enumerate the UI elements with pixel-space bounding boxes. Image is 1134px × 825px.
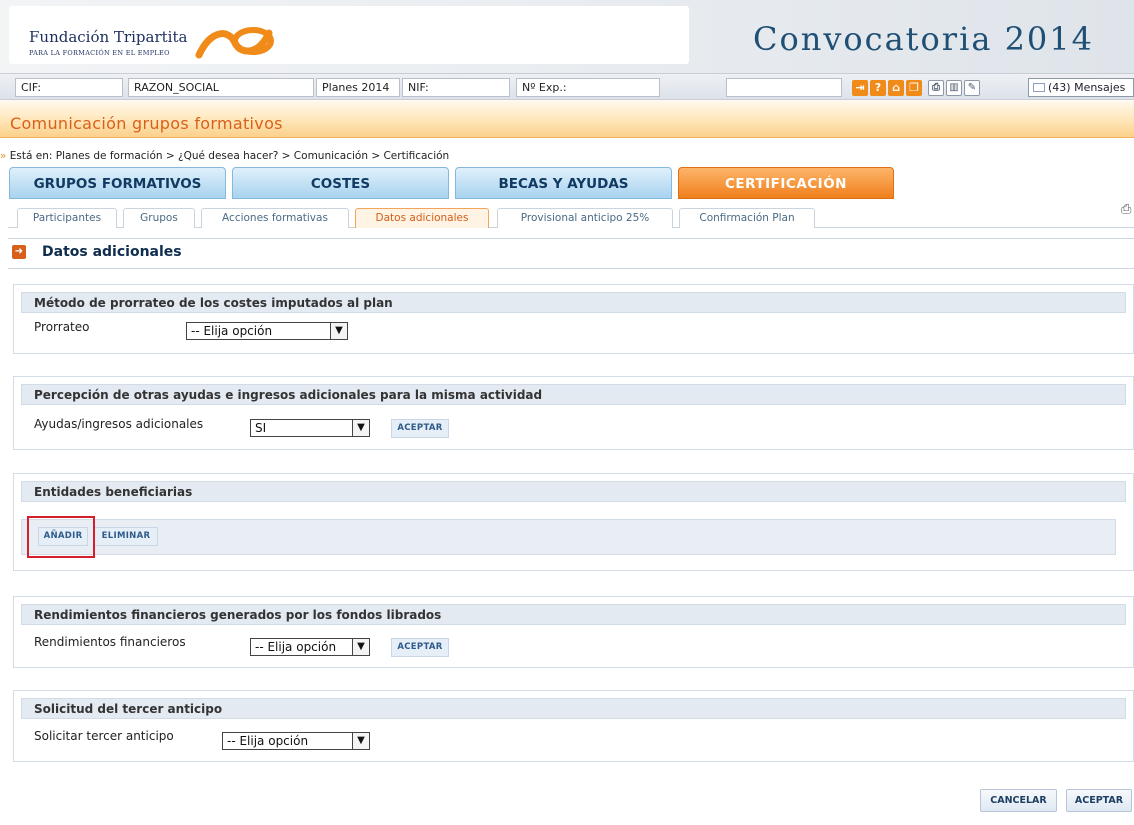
copy-icon[interactable]: ❐ — [906, 80, 922, 96]
prorrateo-select[interactable]: -- Elija opción ▼ — [186, 322, 348, 340]
prorrateo-label: Prorrateo — [34, 320, 90, 334]
logo-mark-icon — [195, 27, 274, 59]
rendimientos-label: Rendimientos financieros — [34, 635, 186, 649]
n-exp-field: Nº Exp.: — [516, 78, 660, 97]
subtab-grupos[interactable]: Grupos — [123, 208, 195, 228]
page-title: Comunicación grupos formativos — [10, 114, 283, 133]
anticipo-label: Solicitar tercer anticipo — [34, 729, 174, 743]
subtab-confirmacion-plan[interactable]: Confirmación Plan — [679, 208, 815, 228]
chevron-down-icon: ▼ — [352, 420, 369, 436]
print-icon[interactable]: ⎙ — [1121, 202, 1131, 217]
rendimientos-aceptar-button[interactable]: ACEPTAR — [391, 638, 449, 657]
page-title-bar: Comunicación grupos formativos — [0, 100, 1134, 138]
top-header: Fundación Tripartita PARA LA FORMACIÓN E… — [0, 0, 1134, 73]
entidades-panel: Entidades beneficiarias AÑADIR ELIMINAR — [13, 473, 1134, 571]
logo-title: Fundación Tripartita — [29, 28, 188, 46]
chevron-down-icon: ▼ — [352, 639, 369, 655]
home-icon[interactable]: ⌂ — [888, 80, 904, 96]
anticipo-select-value: -- Elija opción — [227, 734, 309, 748]
breadcrumb-path[interactable]: Planes de formación > ¿Qué desea hacer? … — [56, 150, 449, 162]
tab-grupos-formativos[interactable]: GRUPOS FORMATIVOS — [9, 167, 226, 199]
logo-subtitle: PARA LA FORMACIÓN EN EL EMPLEO — [29, 49, 170, 57]
nif-field: NIF: — [402, 78, 510, 97]
messages-button[interactable]: (43) Mensajes — [1028, 78, 1134, 97]
anticipo-panel-title: Solicitud del tercer anticipo — [21, 698, 1126, 719]
ayudas-aceptar-button[interactable]: ACEPTAR — [391, 419, 449, 438]
ayudas-panel: Percepción de otras ayudas e ingresos ad… — [13, 376, 1134, 450]
help-icon[interactable]: ? — [870, 80, 886, 96]
convocatoria-title: Convocatoria 2014 — [752, 20, 1094, 58]
accept-button[interactable]: ACEPTAR — [1066, 789, 1132, 812]
section-arrow-icon: ➜ — [12, 245, 26, 259]
exit-icon[interactable]: ⇥ — [852, 80, 868, 96]
chart-icon[interactable]: ▥ — [946, 80, 962, 96]
search-input[interactable] — [726, 78, 842, 97]
tab-certificacion[interactable]: CERTIFICACIÓN — [678, 167, 894, 199]
chevron-down-icon: ▼ — [330, 323, 347, 339]
subtab-provisional-anticipo[interactable]: Provisional anticipo 25% — [497, 208, 673, 228]
entidades-button-strip: AÑADIR ELIMINAR — [21, 519, 1116, 555]
edit-icon[interactable]: ✎ — [964, 80, 980, 96]
delete-button[interactable]: ELIMINAR — [94, 527, 158, 546]
messages-label: (43) Mensajes — [1048, 81, 1126, 94]
chevron-down-icon: ▼ — [352, 733, 369, 749]
subtab-acciones-formativas[interactable]: Acciones formativas — [201, 208, 349, 228]
anticipo-panel: Solicitud del tercer anticipo Solicitar … — [13, 690, 1134, 762]
breadcrumb-prefix: Está en: — [9, 150, 53, 162]
ayudas-panel-title: Percepción de otras ayudas e ingresos ad… — [21, 384, 1126, 405]
prorrateo-panel-title: Método de prorrateo de los costes imputa… — [21, 292, 1126, 313]
section-divider-bottom — [8, 268, 1134, 269]
rendimientos-select-value: -- Elija opción — [255, 640, 337, 654]
ayudas-select-value: SI — [255, 421, 267, 435]
cancel-button[interactable]: CANCELAR — [980, 789, 1057, 812]
tab-becas-y-ayudas[interactable]: BECAS Y AYUDAS — [455, 167, 672, 199]
subtab-datos-adicionales[interactable]: Datos adicionales — [355, 208, 489, 228]
add-button-highlight — [27, 516, 95, 558]
ayudas-label: Ayudas/ingresos adicionales — [34, 417, 204, 431]
tab-costes[interactable]: COSTES — [232, 167, 449, 199]
info-bar: CIF: RAZON_SOCIAL Planes 2014 NIF: Nº Ex… — [0, 73, 1134, 100]
anticipo-select[interactable]: -- Elija opción ▼ — [222, 732, 370, 750]
cif-field: CIF: — [15, 78, 123, 97]
section-title: Datos adicionales — [42, 244, 182, 260]
breadcrumb: » Está en: Planes de formación > ¿Qué de… — [0, 150, 449, 162]
rendimientos-select[interactable]: -- Elija opción ▼ — [250, 638, 370, 656]
subtab-participantes[interactable]: Participantes — [17, 208, 117, 228]
logo: Fundación Tripartita PARA LA FORMACIÓN E… — [9, 6, 689, 64]
ayudas-select[interactable]: SI ▼ — [250, 419, 370, 437]
razon-social-field: RAZON_SOCIAL — [128, 78, 314, 97]
prorrateo-select-value: -- Elija opción — [191, 324, 273, 338]
breadcrumb-arrow-icon: » — [0, 150, 7, 162]
planes-field: Planes 2014 — [316, 78, 400, 97]
section-divider-top — [8, 238, 1134, 239]
entidades-panel-title: Entidades beneficiarias — [21, 481, 1126, 502]
rendimientos-panel-title: Rendimientos financieros generados por l… — [21, 604, 1126, 625]
envelope-icon — [1033, 83, 1045, 92]
rendimientos-panel: Rendimientos financieros generados por l… — [13, 596, 1134, 668]
prorrateo-panel: Método de prorrateo de los costes imputa… — [13, 284, 1134, 354]
pdf-icon[interactable]: ⎙ — [928, 80, 944, 96]
